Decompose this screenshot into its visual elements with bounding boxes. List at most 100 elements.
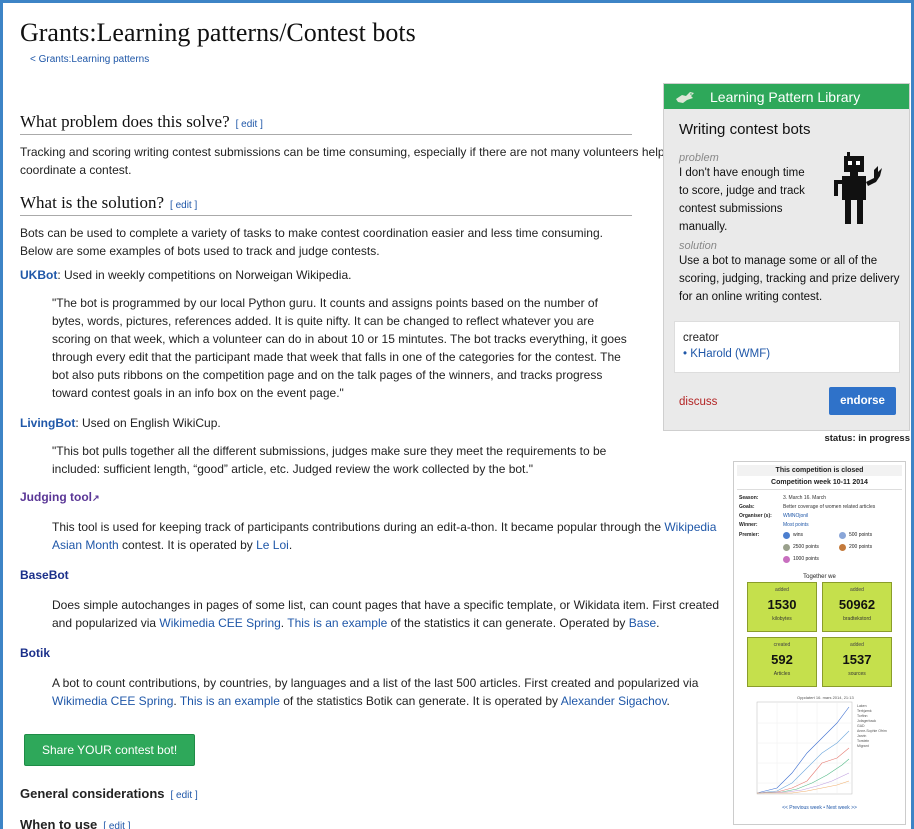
discuss-link[interactable]: discuss [679, 396, 717, 408]
chart-legend: Laken Terbjørnk Torfinn Jofagerback GAD … [857, 704, 887, 748]
problem-text: Tracking and scoring writing contest sub… [20, 145, 681, 177]
cee-spring-link[interactable]: Wikimedia CEE Spring [159, 616, 280, 630]
progress-chart: Oppdatert 16. mars 2014, 21:13 Laken Ter… [737, 693, 902, 803]
ukbot-desc: : Used in weekly competitions on Norweig… [57, 268, 352, 282]
tile-number: 592 [771, 652, 793, 667]
botik-link[interactable]: Botik [20, 646, 50, 660]
competition-week: Competition week 10-11 2014 [737, 476, 902, 490]
livingbot-link[interactable]: LivingBot [20, 416, 75, 430]
judging-tool-text: This tool is used for keeping track of p… [52, 518, 732, 554]
status-label: status: in progress [824, 433, 910, 444]
medal-purple-icon [783, 556, 790, 563]
edit-problem-link[interactable]: [ edit ] [236, 119, 263, 130]
tile-number: 50962 [838, 597, 876, 612]
ukbot-quote: "The bot is programmed by our local Pyth… [52, 296, 627, 400]
medal-lightblue-icon [839, 532, 846, 539]
basebot-heading: BaseBot [20, 568, 632, 582]
medal-item: 2500 points [783, 543, 839, 552]
legend-item: Terbjørnk [857, 709, 872, 713]
library-header[interactable]: Learning Pattern Library [664, 84, 909, 109]
info-row: Season: 3. March 16. March [739, 494, 900, 503]
medal-item: 500 points [839, 531, 895, 540]
page-title: Grants:Learning patterns/Contest bots [20, 18, 416, 47]
ukbot-line: UKBot: Used in weekly competitions on No… [20, 266, 632, 284]
edit-when-link[interactable]: [ edit ] [103, 821, 130, 829]
general-considerations-heading: General considerations [ edit ] [20, 786, 632, 801]
legend-item: Migrant [857, 744, 869, 748]
le-loi-link[interactable]: Le Loi [256, 538, 289, 552]
heading-problem: What problem does this solve? [ edit ] [20, 112, 632, 135]
judging-t3: . [288, 538, 293, 552]
basebot-text: Does simple autochanges in pages of some… [52, 596, 732, 632]
share-contest-bot-button[interactable]: Share YOUR contest bot! [24, 734, 196, 766]
endorse-button[interactable]: endorse [829, 387, 896, 415]
heading-solution-text: What is the solution? [20, 193, 165, 212]
info-key: Organiser (s): [739, 513, 772, 519]
medal-label: wins [793, 532, 804, 538]
info-value: Better coverage of women related article… [783, 504, 876, 510]
creator-link[interactable]: • KHarold (WMF) [683, 346, 891, 362]
together-we-label: Together we [803, 574, 836, 580]
when-to-use-heading: When to use [ edit ] [20, 817, 632, 829]
judging-tool-heading: Judging tool↗ [20, 490, 632, 504]
edit-problem-text[interactable]: [ edit ] [236, 119, 263, 130]
breadcrumb-link[interactable]: < Grants:Learning patterns [30, 54, 149, 65]
stat-tile: added 1530 kilobytes [747, 582, 817, 632]
tile-top: added [850, 587, 864, 593]
week-navigation[interactable]: << Previous week • Next week >> [737, 805, 902, 811]
tile-number: 1537 [842, 652, 872, 667]
basebot-example-link[interactable]: This is an example [287, 616, 387, 630]
botik-cee-spring-link[interactable]: Wikimedia CEE Spring [52, 694, 173, 708]
info-value: 3. March 16. March [783, 495, 827, 501]
info-value: Most points [783, 522, 809, 528]
premier-key: Premier: [739, 532, 760, 538]
legend-item: Torstein [857, 739, 869, 743]
general-heading-text: General considerations [20, 786, 165, 801]
medal-item: wins [783, 531, 839, 540]
basebot-t4: . [656, 616, 660, 630]
legend-item: Laken [857, 704, 867, 708]
problem-summary: I don't have enough time to score, judge… [679, 167, 805, 233]
stat-tiles: added 1530 kilobytes added 50962 bradtekstor… [737, 582, 902, 687]
info-row: Organiser (s): WMNOjonil [739, 512, 900, 521]
edit-solution-link[interactable]: [ edit ] [170, 200, 197, 211]
info-key: Goals: [739, 504, 755, 510]
botik-t1: A bot to count contributions, by countri… [52, 676, 699, 690]
creator-box: creator • KHarold (WMF) [674, 321, 900, 373]
judging-t1: This tool is used for keeping track of p… [52, 520, 665, 534]
legend-item: Torfinn [857, 714, 868, 718]
competition-image: This competition is closed Competition w… [733, 461, 906, 825]
tile-number: 1530 [767, 597, 797, 612]
base-link[interactable]: Base [629, 616, 656, 630]
medal-item: 1000 points [783, 555, 839, 564]
edit-solution-text[interactable]: [ edit ] [170, 200, 197, 211]
tile-unit: kilobytes [772, 616, 792, 622]
creator-label: creator [683, 332, 719, 344]
competition-info: Season: 3. March 16. March Goals: Better c… [737, 490, 902, 568]
info-value: WMNOjonil [783, 513, 809, 519]
heading-solution: What is the solution? [ edit ] [20, 193, 632, 216]
judging-tool-link[interactable]: Judging tool [20, 490, 92, 504]
heading-problem-text: What problem does this solve? [20, 112, 230, 131]
info-key: Season: [739, 495, 759, 501]
legend-item: Jofagerback [857, 719, 876, 723]
info-key: Winner: [739, 522, 758, 528]
botik-example-link[interactable]: This is an example [180, 694, 280, 708]
library-header-text: Learning Pattern Library [710, 88, 861, 105]
tile-unit: Articles [773, 671, 791, 677]
edit-general-text[interactable]: [ edit ] [171, 790, 198, 801]
robot-icon [834, 152, 882, 224]
when-heading-text: When to use [20, 817, 98, 829]
chart-caption: Oppdatert 16. mars 2014, 21:13 [797, 695, 854, 700]
info-row: Goals: Better coverage of women related a… [739, 503, 900, 512]
botik-text: A bot to count contributions, by countri… [52, 674, 732, 710]
basebot-link[interactable]: BaseBot [20, 568, 69, 582]
ukbot-link[interactable]: UKBot [20, 268, 57, 282]
edit-general-link[interactable]: [ edit ] [171, 790, 198, 801]
premier-row: Premier: wins 500 points 2500 points 200… [739, 531, 900, 564]
alexander-sigachov-link[interactable]: Alexander Sigachov [561, 694, 667, 708]
stat-tile: added 1537 sources [822, 637, 892, 687]
livingbot-quote: "This bot pulls together all the differe… [52, 444, 607, 476]
competition-closed-title: This competition is closed [737, 465, 902, 476]
edit-when-text[interactable]: [ edit ] [103, 821, 130, 829]
